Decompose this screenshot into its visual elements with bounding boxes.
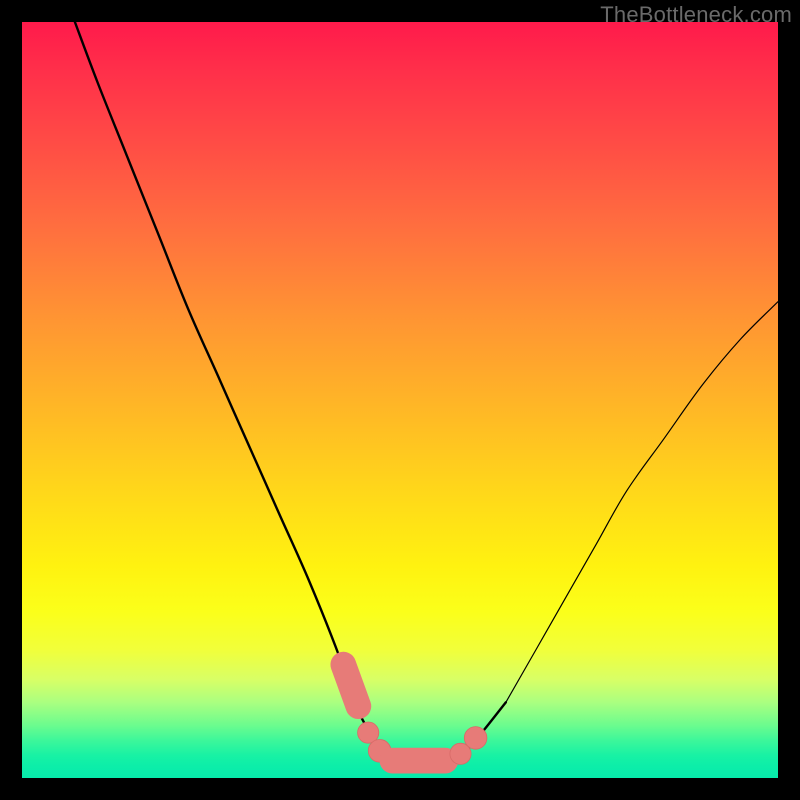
curve-layer [22,22,778,778]
trough-markers [343,665,487,765]
bottleneck-curve-right [506,302,778,703]
watermark-text: TheBottleneck.com [600,2,792,28]
bottleneck-curve [75,22,506,763]
marker-capsule [343,665,358,707]
plot-area [22,22,778,778]
chart-frame: TheBottleneck.com [0,0,800,800]
marker-dot [464,727,487,750]
